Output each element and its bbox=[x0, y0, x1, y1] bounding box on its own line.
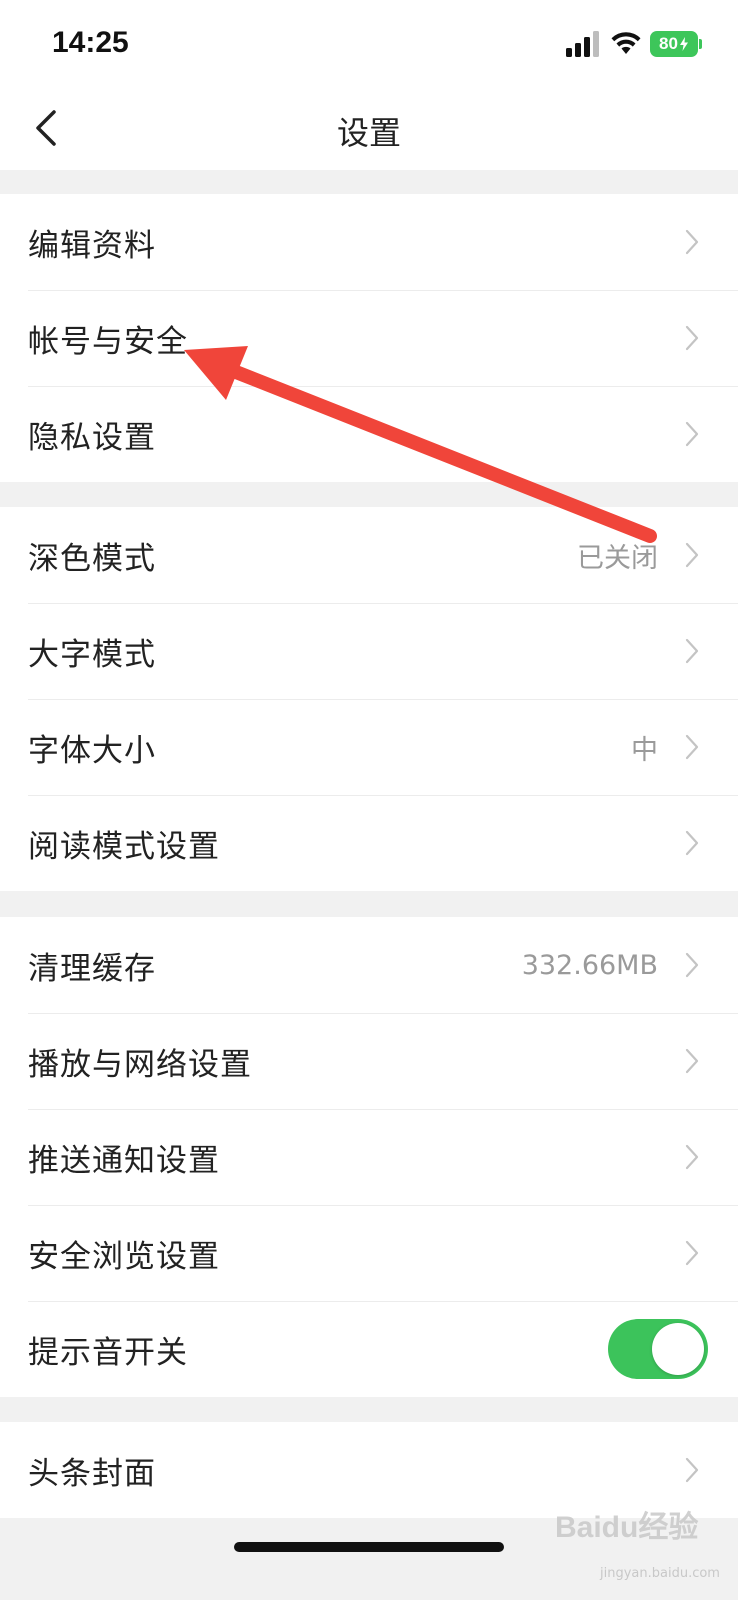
battery-nub bbox=[699, 39, 702, 49]
settings-row-safe-browsing[interactable]: 安全浏览设置 bbox=[0, 1205, 738, 1301]
status-bar: 14:25 80 bbox=[0, 0, 738, 88]
settings-row-reading-mode[interactable]: 阅读模式设置 bbox=[0, 795, 738, 891]
settings-row-large-text-mode[interactable]: 大字模式 bbox=[0, 603, 738, 699]
settings-group-display: 深色模式 已关闭 大字模式 字体大小 中 阅读模式设置 bbox=[0, 507, 738, 891]
notification-sound-toggle[interactable] bbox=[608, 1319, 708, 1379]
row-label: 推送通知设置 bbox=[28, 1142, 220, 1179]
row-value: 332.66MB bbox=[521, 949, 658, 981]
chevron-right-icon bbox=[685, 325, 699, 351]
row-label: 播放与网络设置 bbox=[28, 1046, 252, 1083]
row-label: 阅读模式设置 bbox=[28, 828, 220, 865]
row-value: 中 bbox=[631, 734, 658, 766]
settings-row-dark-mode[interactable]: 深色模式 已关闭 bbox=[0, 507, 738, 603]
settings-row-account-security[interactable]: 帐号与安全 bbox=[0, 290, 738, 386]
page-title: 设置 bbox=[336, 114, 401, 152]
row-label: 深色模式 bbox=[28, 540, 156, 577]
battery-level: 80 bbox=[659, 34, 678, 53]
settings-row-clear-cache[interactable]: 清理缓存 332.66MB bbox=[0, 917, 738, 1013]
settings-group-account: 编辑资料 帐号与安全 隐私设置 bbox=[0, 194, 738, 482]
settings-screen: 14:25 80 设置 编辑资料 帐号与安全 隐私设置 深色模式 已关闭 大字模… bbox=[0, 0, 738, 1600]
settings-row-edit-profile[interactable]: 编辑资料 bbox=[0, 194, 738, 290]
row-label: 头条封面 bbox=[28, 1455, 156, 1492]
row-value: 已关闭 bbox=[577, 542, 658, 574]
toggle-knob bbox=[652, 1323, 704, 1375]
row-label: 字体大小 bbox=[28, 732, 156, 769]
row-label: 编辑资料 bbox=[28, 227, 156, 264]
settings-row-font-size[interactable]: 字体大小 中 bbox=[0, 699, 738, 795]
row-label: 清理缓存 bbox=[28, 950, 156, 987]
row-label: 安全浏览设置 bbox=[28, 1238, 220, 1275]
row-label: 帐号与安全 bbox=[28, 323, 188, 360]
chevron-right-icon bbox=[685, 830, 699, 856]
row-label: 隐私设置 bbox=[28, 419, 156, 456]
row-label: 提示音开关 bbox=[28, 1334, 188, 1371]
baidu-watermark: Baidu经验 bbox=[555, 1511, 699, 1544]
chevron-right-icon bbox=[685, 1457, 699, 1483]
chevron-right-icon bbox=[685, 952, 699, 978]
settings-row-push-notifications[interactable]: 推送通知设置 bbox=[0, 1109, 738, 1205]
home-indicator[interactable] bbox=[234, 1542, 504, 1552]
charging-bolt-icon bbox=[679, 37, 688, 51]
row-label: 大字模式 bbox=[28, 636, 156, 673]
baidu-watermark-url: jingyan.baidu.com bbox=[600, 1566, 720, 1581]
settings-row-privacy[interactable]: 隐私设置 bbox=[0, 386, 738, 482]
settings-group-general: 清理缓存 332.66MB 播放与网络设置 推送通知设置 安全浏览设置 提示音开… bbox=[0, 917, 738, 1397]
nav-bar: 设置 bbox=[0, 88, 738, 170]
settings-row-notification-sound: 提示音开关 bbox=[0, 1301, 738, 1397]
chevron-right-icon bbox=[685, 638, 699, 664]
chevron-right-icon bbox=[685, 734, 699, 760]
chevron-right-icon bbox=[685, 1048, 699, 1074]
cellular-signal-icon bbox=[566, 31, 599, 57]
battery-indicator: 80 bbox=[650, 31, 698, 57]
chevron-right-icon bbox=[685, 421, 699, 447]
wifi-icon bbox=[611, 32, 641, 54]
status-time: 14:25 bbox=[52, 26, 129, 59]
chevron-right-icon bbox=[685, 542, 699, 568]
settings-row-playback-network[interactable]: 播放与网络设置 bbox=[0, 1013, 738, 1109]
chevron-right-icon bbox=[685, 1144, 699, 1170]
chevron-right-icon bbox=[685, 229, 699, 255]
chevron-right-icon bbox=[685, 1240, 699, 1266]
